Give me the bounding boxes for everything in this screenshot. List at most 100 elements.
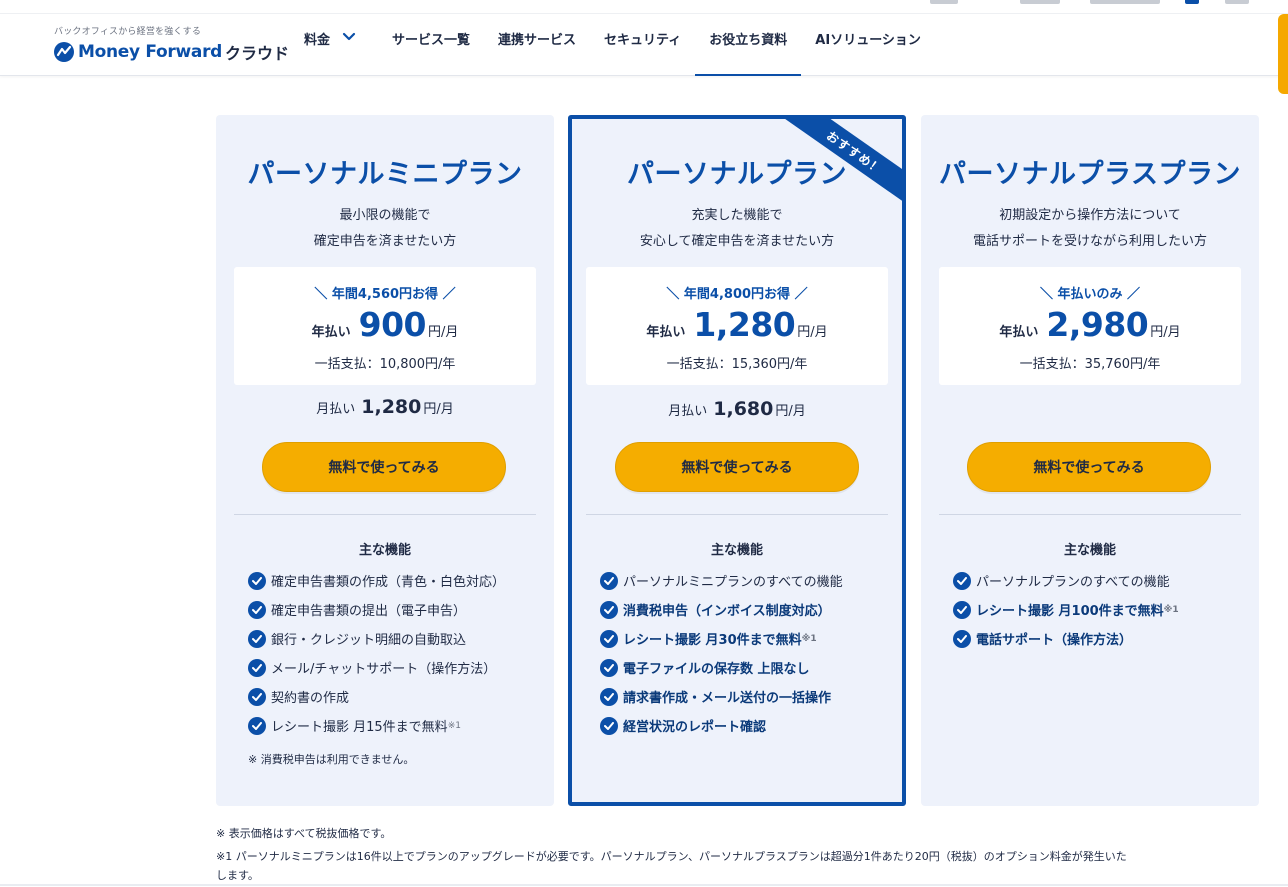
main-nav: 料金 サービス一覧 連携サービス セキュリティ お役立ち資料 AIソリューション	[290, 0, 935, 76]
plan-description-line: 確定申告を済ませたい方	[216, 229, 554, 255]
yearly-amount: 2,980	[1046, 305, 1148, 344]
divider	[234, 514, 536, 515]
plan-description: 初期設定から操作方法について 電話サポートを受けながら利用したい方	[921, 203, 1259, 255]
yearly-amount: 1,280	[693, 305, 795, 344]
plan-description: 充実した機能で 安心して確定申告を済ませたい方	[572, 203, 902, 255]
nav-resources[interactable]: お役立ち資料	[695, 0, 801, 76]
plan-description-line: 安心して確定申告を済ませたい方	[572, 229, 902, 255]
plan-card-personal-plus: パーソナルプラスプラン 初期設定から操作方法について 電話サポートを受けながら利…	[921, 115, 1259, 806]
check-circle-icon	[248, 630, 266, 648]
nav-label: セキュリティ	[604, 29, 681, 48]
try-free-button[interactable]: 無料で使ってみる	[615, 442, 859, 492]
feature-item: レシート撮影 月15件まで無料※1	[248, 711, 548, 740]
check-circle-icon	[600, 717, 618, 735]
money-forward-logo-icon	[54, 42, 74, 62]
nav-ai-solutions[interactable]: AIソリューション	[801, 0, 935, 76]
side-floating-tab[interactable]	[1278, 14, 1288, 94]
feature-item: 銀行・クレジット明細の自動取込	[248, 624, 548, 653]
yearly-price: 年払い 2,980円/月	[939, 305, 1241, 344]
feature-item: 経営状況のレポート確認	[600, 711, 896, 740]
nav-label: 連携サービス	[498, 29, 576, 48]
feature-text: パーソナルプランのすべての機能	[976, 571, 1170, 590]
feature-text: 経営状況のレポート確認	[623, 716, 766, 735]
feature-text: レシート撮影 月15件まで無料	[271, 716, 448, 735]
plan-description-line: 初期設定から操作方法について	[921, 203, 1259, 229]
plan-card-personal-mini: パーソナルミニプラン 最小限の機能で 確定申告を済ませたい方 ＼ 年間4,560…	[216, 115, 554, 806]
price-box: ＼ 年払いのみ ／ 年払い 2,980円/月 一括支払：35,760円/年	[939, 267, 1241, 385]
nav-label: AIソリューション	[815, 29, 921, 48]
check-circle-icon	[953, 601, 971, 619]
footnote-marker: ※1	[1164, 605, 1179, 615]
feature-item: 確定申告書類の提出（電子申告）	[248, 595, 548, 624]
feature-list: パーソナルプランのすべての機能 レシート撮影 月100件まで無料※1 電話サポー…	[953, 566, 1253, 653]
savings-label: ＼ 年間4,560円お得 ／	[234, 283, 536, 302]
feature-text: 請求書作成・メール送付の一括操作	[623, 687, 831, 706]
savings-label: ＼ 年間4,800円お得 ／	[586, 283, 888, 302]
plan-title: パーソナルミニプラン	[216, 152, 554, 191]
feature-text: 確定申告書類の作成（青色・白色対応）	[271, 571, 505, 590]
savings-label: ＼ 年払いのみ ／	[939, 283, 1241, 302]
feature-item: パーソナルプランのすべての機能	[953, 566, 1253, 595]
brand-logo[interactable]: バックオフィスから経営を強くする Money Forward クラウド	[54, 24, 289, 64]
check-circle-icon	[248, 659, 266, 677]
footnote-marker: ※1	[802, 634, 817, 644]
brand-suffix: クラウド	[225, 40, 289, 64]
yearly-amount: 900	[359, 305, 426, 344]
plan-note: ※ 消費税申告は利用できません。	[248, 751, 414, 767]
feature-item: 確定申告書類の作成（青色・白色対応）	[248, 566, 548, 595]
feature-text: 銀行・クレジット明細の自動取込	[271, 629, 466, 648]
nav-pricing[interactable]: 料金	[290, 0, 370, 76]
monthly-label: 月払い	[668, 404, 707, 419]
feature-text: パーソナルミニプランのすべての機能	[623, 571, 843, 590]
nav-security[interactable]: セキュリティ	[590, 0, 695, 76]
feature-item: レシート撮影 月100件まで無料※1	[953, 595, 1253, 624]
plan-description: 最小限の機能で 確定申告を済ませたい方	[216, 203, 554, 255]
feature-text: 電子ファイルの保存数 上限なし	[623, 658, 810, 677]
plan-title: パーソナルプラン	[572, 152, 902, 191]
try-free-button[interactable]: 無料で使ってみる	[967, 442, 1211, 492]
check-circle-icon	[248, 572, 266, 590]
nav-integrations[interactable]: 連携サービス	[484, 0, 590, 76]
plan-description-line: 最小限の機能で	[216, 203, 554, 229]
check-circle-icon	[600, 601, 618, 619]
try-free-button[interactable]: 無料で使ってみる	[262, 442, 506, 492]
plan-card-personal: おすすめ！ パーソナルプラン 充実した機能で 安心して確定申告を済ませたい方 ＼…	[568, 115, 906, 806]
yearly-label: 年払い	[999, 325, 1038, 340]
features-heading: 主な機能	[572, 539, 902, 558]
monthly-amount: 1,680	[713, 398, 773, 420]
check-circle-icon	[600, 659, 618, 677]
check-circle-icon	[600, 688, 618, 706]
nav-label: サービス一覧	[392, 29, 470, 48]
feature-list: パーソナルミニプランのすべての機能 消費税申告（インボイス制度対応） レシート撮…	[600, 566, 896, 740]
monthly-unit: 円/月	[775, 404, 805, 419]
brand-tagline: バックオフィスから経営を強くする	[54, 24, 289, 37]
plan-description-line: 充実した機能で	[572, 203, 902, 229]
monthly-price: 月払い1,280円/月	[216, 396, 554, 418]
check-circle-icon	[600, 630, 618, 648]
monthly-price: 月払い 1,680円/月	[572, 398, 902, 420]
feature-text: メール/チャットサポート（操作方法）	[271, 658, 496, 677]
lump-sum-price: 一括支払：35,760円/年	[939, 353, 1241, 372]
feature-text: 確定申告書類の提出（電子申告）	[271, 600, 466, 619]
footnote-line: ※ 表示価格はすべて税抜価格です。	[216, 822, 1266, 845]
check-circle-icon	[248, 717, 266, 735]
feature-item: 請求書作成・メール送付の一括操作	[600, 682, 896, 711]
check-circle-icon	[248, 601, 266, 619]
footnote-line: ※1 パーソナルミニプランは16件以上でプランのアップグレードが必要です。パーソ…	[216, 845, 1266, 868]
feature-text: レシート撮影 月100件まで無料	[976, 600, 1164, 619]
check-circle-icon	[248, 688, 266, 706]
feature-item: レシート撮影 月30件まで無料※1	[600, 624, 896, 653]
yearly-unit: 円/月	[1150, 325, 1180, 340]
brand-name: Money Forward	[78, 42, 222, 62]
check-circle-icon	[953, 572, 971, 590]
feature-text: レシート撮影 月30件まで無料	[623, 629, 802, 648]
nav-label: 料金	[304, 29, 330, 48]
nav-services[interactable]: サービス一覧	[370, 0, 484, 76]
yearly-label: 年払い	[312, 325, 351, 340]
yearly-price: 年払い 900円/月	[234, 305, 536, 344]
yearly-unit: 円/月	[428, 325, 458, 340]
price-box: ＼ 年間4,560円お得 ／ 年払い900円/月 一括支払：10,800円/年	[234, 267, 536, 385]
feature-text: 契約書の作成	[271, 687, 349, 706]
feature-item: 電話サポート（操作方法）	[953, 624, 1253, 653]
yearly-price: 年払い1,280円/月	[586, 305, 888, 344]
